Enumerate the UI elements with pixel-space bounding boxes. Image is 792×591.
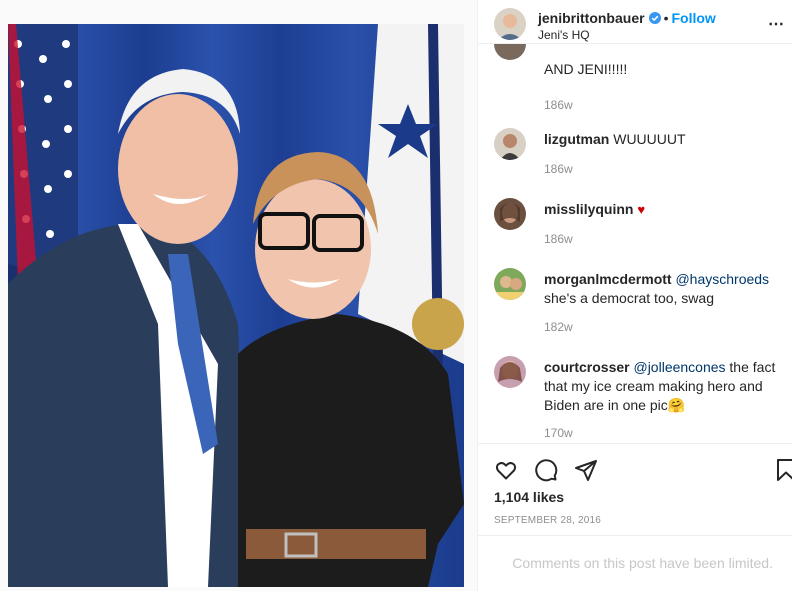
comment-time[interactable]: 186w <box>544 98 573 112</box>
post-location[interactable]: Jeni's HQ <box>538 28 590 42</box>
comment-item: misslilyquinn ♥ 186w <box>494 198 784 258</box>
post-photo[interactable] <box>8 24 464 587</box>
comment-time[interactable]: 186w <box>544 232 573 246</box>
comments-limited-notice: Comments on this post have been limited. <box>478 535 792 591</box>
post-photo-illustration <box>8 24 464 587</box>
commenter-avatar[interactable] <box>494 128 526 160</box>
hugging-face-emoji: 🤗 <box>667 397 686 413</box>
heart-icon[interactable] <box>494 458 518 482</box>
author-line: jenibrittonbauer • Follow <box>538 10 716 26</box>
more-options-icon[interactable]: ⋯ <box>768 14 785 34</box>
comment-mention[interactable]: @hayschroeds <box>675 271 769 287</box>
follow-button[interactable]: Follow <box>671 10 715 26</box>
comment-list[interactable]: AND JENI!!!!! 186w lizgutman WUUUUUT 186… <box>478 44 792 442</box>
commenter-avatar[interactable] <box>494 356 526 388</box>
bookmark-icon[interactable] <box>774 458 792 482</box>
comment-text-line: morganlmcdermott @hayschroeds she's a de… <box>544 270 784 308</box>
separator-dot: • <box>663 10 669 26</box>
commenter-username[interactable]: misslilyquinn <box>544 201 633 217</box>
verified-badge-icon <box>648 11 661 24</box>
comment-icon[interactable] <box>534 458 558 482</box>
comment-item: morganlmcdermott @hayschroeds she's a de… <box>494 268 784 348</box>
comment-text-line: lizgutman WUUUUUT <box>544 130 784 149</box>
comment-text-line: courtcrosser @jolleencones the fact that… <box>544 358 784 415</box>
author-avatar[interactable] <box>494 8 526 40</box>
comment-mention[interactable]: @jolleencones <box>633 359 725 375</box>
photo-pane <box>0 0 474 591</box>
comment-text: AND JENI!!!!! <box>544 61 628 77</box>
comment-time[interactable]: 170w <box>544 426 573 440</box>
author-username[interactable]: jenibrittonbauer <box>538 10 645 26</box>
comment-item: AND JENI!!!!! 186w <box>494 44 784 116</box>
post-header: jenibrittonbauer • Follow Jeni's HQ ⋯ <box>478 0 792 44</box>
post-side-panel: jenibrittonbauer • Follow Jeni's HQ ⋯ AND … <box>477 0 792 591</box>
action-bar <box>478 443 792 491</box>
commenter-avatar[interactable] <box>494 198 526 230</box>
commenter-username[interactable]: courtcrosser <box>544 359 630 375</box>
red-heart-emoji: ♥ <box>637 202 646 217</box>
commenter-username[interactable]: morganlmcdermott <box>544 271 672 287</box>
commenter-username[interactable]: lizgutman <box>544 131 609 147</box>
likes-count[interactable]: 1,104 likes <box>494 489 564 505</box>
commenter-avatar[interactable] <box>494 44 526 60</box>
comment-text: WUUUUUT <box>613 131 686 147</box>
comment-text-line: misslilyquinn ♥ <box>544 200 784 219</box>
comment-time[interactable]: 182w <box>544 320 573 334</box>
instagram-post-view: jenibrittonbauer • Follow Jeni's HQ ⋯ AND … <box>0 0 792 591</box>
comment-text: she's a democrat too, swag <box>544 290 714 306</box>
comment-time[interactable]: 186w <box>544 162 573 176</box>
comment-item: lizgutman WUUUUUT 186w <box>494 128 784 188</box>
post-date[interactable]: SEPTEMBER 28, 2016 <box>494 515 601 526</box>
comment-item: courtcrosser @jolleencones the fact that… <box>494 356 784 442</box>
share-icon[interactable] <box>574 458 598 482</box>
commenter-avatar[interactable] <box>494 268 526 300</box>
